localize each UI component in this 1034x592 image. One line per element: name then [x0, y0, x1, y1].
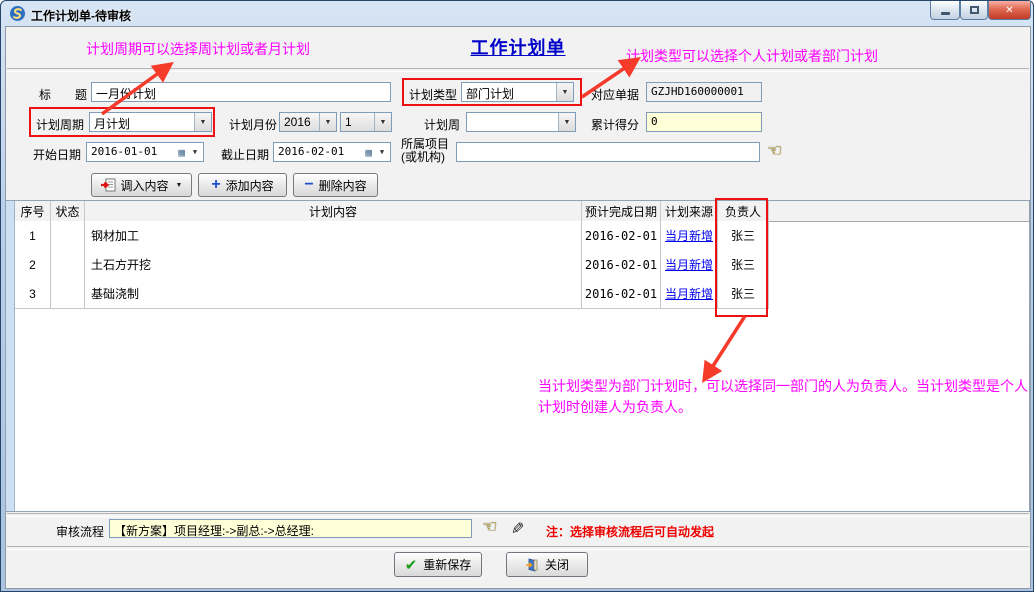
- start-date-label: 开始日期: [33, 146, 81, 163]
- plan-content-grid: 序号 状态 计划内容 预计完成日期 计划来源 负责人 1 钢材加工 2016-0…: [5, 200, 1030, 512]
- plan-week-label: 计划周: [424, 116, 460, 133]
- source-link[interactable]: 当月新增: [665, 285, 713, 302]
- column-header-owner[interactable]: 负责人: [718, 201, 769, 221]
- chevron-down-icon[interactable]: ▼: [319, 113, 336, 131]
- chevron-down-icon[interactable]: ▼: [556, 83, 573, 101]
- title-label: 标 题: [39, 86, 87, 103]
- cell-source: 当月新增: [661, 221, 718, 250]
- cell-no: 2: [15, 250, 51, 279]
- grid-header-row: 序号 状态 计划内容 预计完成日期 计划来源 负责人: [15, 201, 1029, 222]
- score-field[interactable]: 0: [646, 112, 762, 132]
- project-input[interactable]: [456, 142, 760, 162]
- delete-content-button[interactable]: − 删除内容: [293, 173, 378, 197]
- plan-week-select[interactable]: ▼: [466, 112, 576, 132]
- column-header-source[interactable]: 计划来源: [661, 201, 718, 221]
- annotation-plan-type: 计划类型可以选择个人计划或者部门计划: [626, 46, 878, 66]
- footer-divider-top: [7, 513, 1029, 517]
- minus-icon: −: [304, 180, 313, 190]
- flow-note: 注：选择审核流程后可自动发起: [546, 523, 714, 540]
- cell-status: [51, 250, 85, 279]
- import-content-button[interactable]: 调入内容 ▼: [91, 173, 192, 197]
- source-link[interactable]: 当月新增: [665, 256, 713, 273]
- plan-month-label: 计划月份: [229, 116, 277, 133]
- calendar-icon[interactable]: ▦: [365, 146, 372, 159]
- close-button[interactable]: ✕: [988, 1, 1031, 20]
- table-row[interactable]: 1 钢材加工 2016-02-01 当月新增 张三: [15, 221, 769, 251]
- work-plan-window: 工作计划单-待审核 ✕ 计划周期可以选择周计划或者月计划 工作计划单 计划类型可…: [0, 0, 1034, 592]
- cell-status: [51, 221, 85, 250]
- score-label: 累计得分: [591, 116, 639, 133]
- chevron-down-icon[interactable]: ▼: [194, 113, 211, 131]
- chevron-down-icon: ▼: [176, 182, 183, 189]
- check-icon: ✔: [405, 556, 418, 574]
- cell-content[interactable]: 基础浇制: [85, 279, 582, 308]
- cell-owner[interactable]: 张三: [718, 221, 769, 250]
- sign-pen-icon[interactable]: ✎: [511, 519, 524, 539]
- table-row[interactable]: 3 基础浇制 2016-02-01 当月新增 张三: [15, 279, 769, 309]
- cell-content[interactable]: 钢材加工: [85, 221, 582, 250]
- close-dialog-button[interactable]: 关闭: [506, 552, 588, 577]
- plus-icon: +: [211, 180, 220, 190]
- maximize-icon: [970, 6, 979, 14]
- maximize-button[interactable]: [960, 1, 988, 20]
- chevron-down-icon[interactable]: ▼: [374, 113, 391, 131]
- cell-source: 当月新增: [661, 250, 718, 279]
- grid-row-indicator-strip: [6, 201, 15, 511]
- review-flow-field[interactable]: 【新方案】项目经理:->副总:->总经理:: [109, 519, 472, 538]
- app-icon: [9, 5, 26, 22]
- cell-no: 1: [15, 221, 51, 250]
- review-flow-label: 审核流程: [56, 523, 104, 540]
- title-bar[interactable]: 工作计划单-待审核 ✕: [1, 1, 1033, 27]
- chevron-down-icon[interactable]: ▼: [374, 143, 390, 161]
- start-date-picker[interactable]: 2016-01-01 ▦ ▼: [86, 142, 204, 162]
- page-title: 工作计划单: [1, 34, 1034, 60]
- calendar-icon[interactable]: ▦: [178, 146, 185, 159]
- annotation-owner: 当计划类型为部门计划时，可以选择同一部门的人为负责人。当计划类型是个人计划时创建…: [538, 376, 1030, 418]
- cell-due[interactable]: 2016-02-01: [582, 279, 661, 308]
- doc-no-field: GZJHD160000001: [646, 82, 762, 102]
- plan-monthnum-select[interactable]: 1 ▼: [340, 112, 392, 132]
- column-header-no[interactable]: 序号: [15, 201, 51, 221]
- cell-no: 3: [15, 279, 51, 308]
- save-button[interactable]: ✔ 重新保存: [394, 552, 482, 577]
- picker-hand-icon[interactable]: ☜: [767, 143, 782, 159]
- cell-source: 当月新增: [661, 279, 718, 308]
- import-doc-icon: [101, 178, 116, 192]
- exit-door-icon: [525, 558, 539, 572]
- plan-type-select[interactable]: 部门计划 ▼: [461, 82, 574, 102]
- footer-divider-bottom: [7, 546, 1029, 550]
- minimize-button[interactable]: [930, 1, 960, 20]
- window-title: 工作计划单-待审核: [31, 7, 131, 24]
- cell-owner[interactable]: 张三: [718, 250, 769, 279]
- title-input[interactable]: 一月份计划: [91, 82, 391, 102]
- plan-period-select[interactable]: 月计划 ▼: [89, 112, 212, 132]
- column-header-status[interactable]: 状态: [51, 201, 85, 221]
- project-label: 所属项目 (或机构): [401, 138, 449, 164]
- picker-hand-icon[interactable]: ☜: [482, 519, 497, 535]
- end-date-label: 截止日期: [221, 146, 269, 163]
- minimize-icon: [941, 12, 950, 15]
- header-divider: [7, 68, 1029, 72]
- window-frame: 工作计划单-待审核 ✕ 计划周期可以选择周计划或者月计划 工作计划单 计划类型可…: [0, 0, 1034, 592]
- plan-type-label: 计划类型: [409, 86, 457, 103]
- plan-period-label: 计划周期: [36, 116, 84, 133]
- chevron-down-icon[interactable]: ▼: [187, 143, 203, 161]
- column-header-due[interactable]: 预计完成日期: [582, 201, 661, 221]
- chevron-down-icon[interactable]: ▼: [558, 113, 575, 131]
- end-date-picker[interactable]: 2016-02-01 ▦ ▼: [273, 142, 391, 162]
- source-link[interactable]: 当月新增: [665, 227, 713, 244]
- cell-status: [51, 279, 85, 308]
- add-content-button[interactable]: + 添加内容: [198, 173, 287, 197]
- cell-due[interactable]: 2016-02-01: [582, 250, 661, 279]
- cell-owner[interactable]: 张三: [718, 279, 769, 308]
- table-row[interactable]: 2 土石方开挖 2016-02-01 当月新增 张三: [15, 250, 769, 280]
- close-icon: ✕: [1005, 5, 1013, 16]
- cell-content[interactable]: 土石方开挖: [85, 250, 582, 279]
- doc-no-label: 对应单据: [591, 86, 639, 103]
- plan-year-select[interactable]: 2016 ▼: [279, 112, 337, 132]
- cell-due[interactable]: 2016-02-01: [582, 221, 661, 250]
- column-header-content[interactable]: 计划内容: [85, 201, 582, 221]
